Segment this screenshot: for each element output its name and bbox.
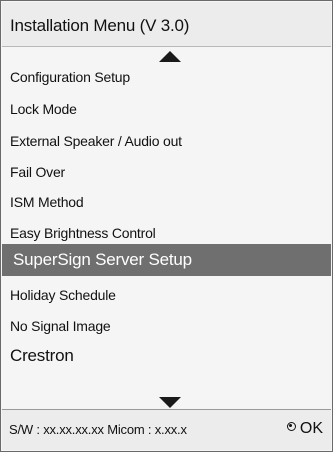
title-bar: Installation Menu (V 3.0)	[2, 2, 331, 47]
menu-item-crestron[interactable]: Crestron	[2, 341, 331, 371]
footer-bar: S/W : xx.xx.xx.xx Micom : x.xx.x OK	[2, 409, 331, 450]
menu-item-label: Holiday Schedule	[10, 287, 116, 303]
menu-item-label: Easy Brightness Control	[10, 225, 156, 241]
installation-menu: Installation Menu (V 3.0) Configuration …	[0, 0, 333, 452]
menu-item-label: ISM Method	[10, 194, 84, 210]
ok-label: OK	[299, 420, 323, 437]
menu-item-label: Crestron	[10, 346, 74, 365]
menu-item-lock-mode[interactable]: Lock Mode	[2, 94, 331, 124]
ok-button-icon	[286, 421, 296, 431]
menu-item-holiday-schedule[interactable]: Holiday Schedule	[2, 280, 331, 310]
menu-item-label: Fail Over	[10, 164, 65, 180]
menu-item-label: Lock Mode	[10, 101, 77, 117]
menu-item-label: External Speaker / Audio out	[10, 133, 182, 149]
menu-item-ism-method[interactable]: ISM Method	[2, 187, 331, 217]
menu-title: Installation Menu (V 3.0)	[10, 16, 190, 35]
menu-item-fail-over[interactable]: Fail Over	[2, 157, 331, 187]
ok-button[interactable]: OK	[286, 420, 323, 438]
scroll-up-icon[interactable]	[159, 51, 181, 62]
menu-item-label: SuperSign Server Setup	[13, 250, 192, 269]
menu-item-no-signal-image[interactable]: No Signal Image	[2, 311, 331, 341]
menu-item-supersign-server-setup[interactable]: SuperSign Server Setup	[2, 244, 331, 276]
version-info: S/W : xx.xx.xx.xx Micom : x.xx.x	[9, 422, 187, 437]
menu-item-external-speaker[interactable]: External Speaker / Audio out	[2, 126, 331, 156]
menu-item-label: Configuration Setup	[10, 69, 130, 85]
menu-item-label: No Signal Image	[10, 318, 111, 334]
scroll-down-icon[interactable]	[159, 397, 181, 408]
menu-item-configuration-setup[interactable]: Configuration Setup	[2, 62, 331, 92]
